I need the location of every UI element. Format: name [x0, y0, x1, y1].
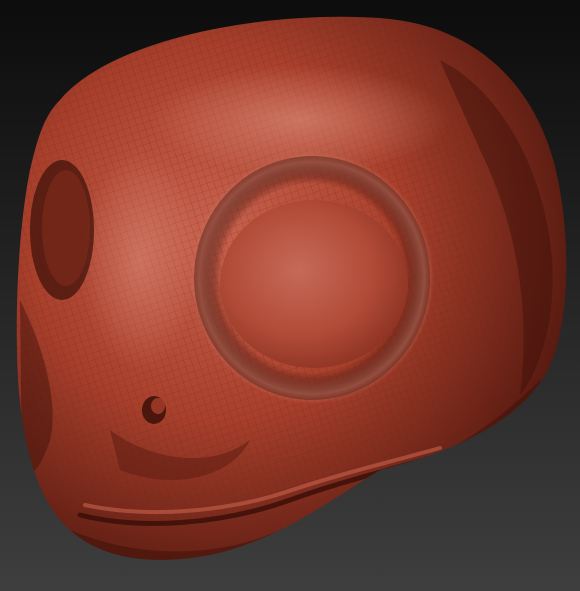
left-eye-side-rim — [42, 170, 90, 286]
eyeball — [220, 200, 408, 368]
sculpt-viewport[interactable] — [0, 0, 580, 591]
nose-bridge-highlight — [80, 150, 200, 370]
sculpt-render — [0, 0, 580, 591]
nostril-rim — [151, 398, 165, 414]
